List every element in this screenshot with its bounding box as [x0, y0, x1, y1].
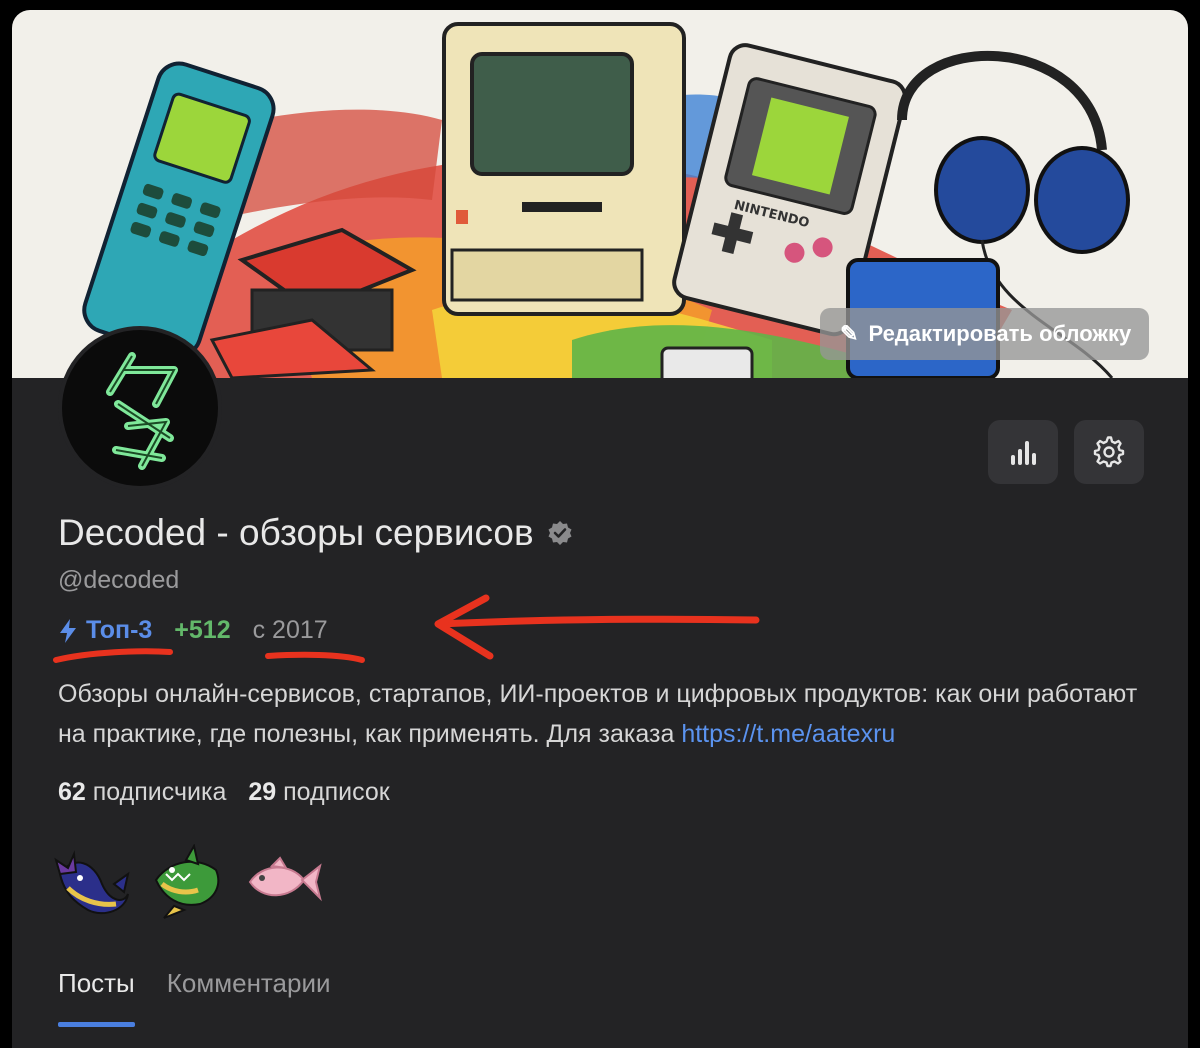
- settings-button[interactable]: [1074, 420, 1144, 484]
- profile-handle: @decoded: [58, 566, 180, 594]
- rank-label: Топ-3: [86, 616, 153, 644]
- member-since: с 2017: [252, 616, 328, 644]
- lightning-icon: [60, 618, 76, 643]
- fish-badge-icon[interactable]: [246, 844, 324, 920]
- profile-title: Decoded - обзоры сервисов: [58, 512, 574, 554]
- bar-chart-icon: [1011, 441, 1036, 465]
- subscribers-link[interactable]: 62 подписчика: [58, 778, 226, 807]
- subscriptions-link[interactable]: 29 подписок: [248, 778, 389, 807]
- subscriptions-label: подписок: [283, 778, 390, 806]
- verified-icon: [548, 521, 572, 545]
- follow-counts: 62 подписчика 29 подписок: [58, 778, 390, 807]
- subscribers-count: 62: [58, 778, 86, 806]
- profile-name: Decoded - обзоры сервисов: [58, 512, 534, 553]
- avatar-glyph-icon: [106, 352, 178, 470]
- avatar[interactable]: [58, 326, 222, 490]
- profile-description: Обзоры онлайн-сервисов, стартапов, ИИ-пр…: [58, 674, 1168, 754]
- edit-cover-label: Редактировать обложку: [868, 321, 1132, 346]
- profile-stats: Топ-3 +512 с 2017: [58, 616, 328, 645]
- tab-comments[interactable]: Комментарии: [167, 968, 331, 1027]
- subscriptions-count: 29: [248, 778, 277, 806]
- rank-badge[interactable]: Топ-3: [58, 616, 152, 645]
- achievement-badges: [54, 844, 324, 920]
- tab-posts[interactable]: Посты: [58, 968, 135, 1027]
- description-link[interactable]: https://t.me/aatexru: [681, 720, 895, 748]
- subscribers-label: подписчика: [92, 778, 227, 806]
- gear-icon: [1093, 436, 1125, 468]
- profile-card: NINTENDO ✎ Редактировать обложку Decoded…: [12, 10, 1188, 1048]
- karma-value: +512: [174, 616, 231, 644]
- edit-cover-button[interactable]: ✎ Редактировать обложку: [820, 308, 1150, 360]
- shark-badge-icon[interactable]: [150, 844, 228, 920]
- whale-badge-icon[interactable]: [54, 844, 132, 920]
- stats-button[interactable]: [988, 420, 1058, 484]
- pencil-icon: ✎: [840, 321, 859, 346]
- cover-image: NINTENDO ✎ Редактировать обложку: [12, 10, 1188, 378]
- profile-tabs: Посты Комментарии: [58, 968, 331, 1027]
- description-text: Обзоры онлайн-сервисов, стартапов, ИИ-пр…: [58, 680, 1138, 748]
